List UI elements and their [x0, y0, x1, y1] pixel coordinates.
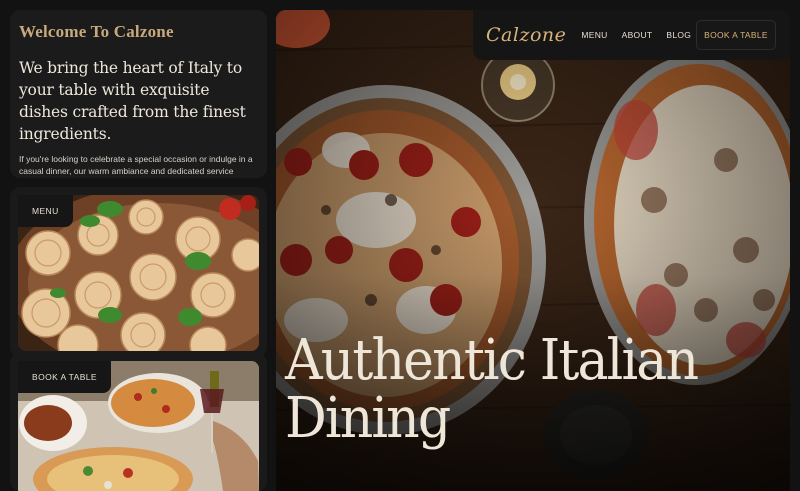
menu-card[interactable]: MENU [10, 187, 267, 357]
intro-lead: We bring the heart of Italy to your tabl… [19, 59, 246, 143]
top-navigation: Calzone MENU ABOUT BLOG BOOK A TABLE [473, 10, 790, 60]
intro-body: If you're looking to celebrate a special… [19, 154, 253, 178]
nav-link-about[interactable]: ABOUT [622, 30, 653, 40]
book-a-table-button[interactable]: BOOK A TABLE [696, 20, 776, 50]
hero-title-line-1: Authentic Italian [285, 328, 699, 393]
book-card-label[interactable]: BOOK A TABLE [18, 361, 111, 393]
intro-card: Welcome To Calzone We bring the heart of… [10, 10, 267, 178]
welcome-heading: Welcome To Calzone [19, 22, 174, 41]
menu-card-label[interactable]: MENU [18, 195, 73, 227]
nav-link-menu[interactable]: MENU [581, 30, 607, 40]
hero-title-line-2: Dining [285, 386, 451, 451]
book-card[interactable]: BOOK A TABLE [10, 353, 267, 491]
hero-section: Calzone MENU ABOUT BLOG BOOK A TABLE Aut… [276, 10, 790, 491]
nav-link-blog[interactable]: BLOG [666, 30, 691, 40]
brand-logo[interactable]: Calzone [486, 24, 566, 46]
hero-title: Authentic Italian Dining [285, 332, 699, 451]
